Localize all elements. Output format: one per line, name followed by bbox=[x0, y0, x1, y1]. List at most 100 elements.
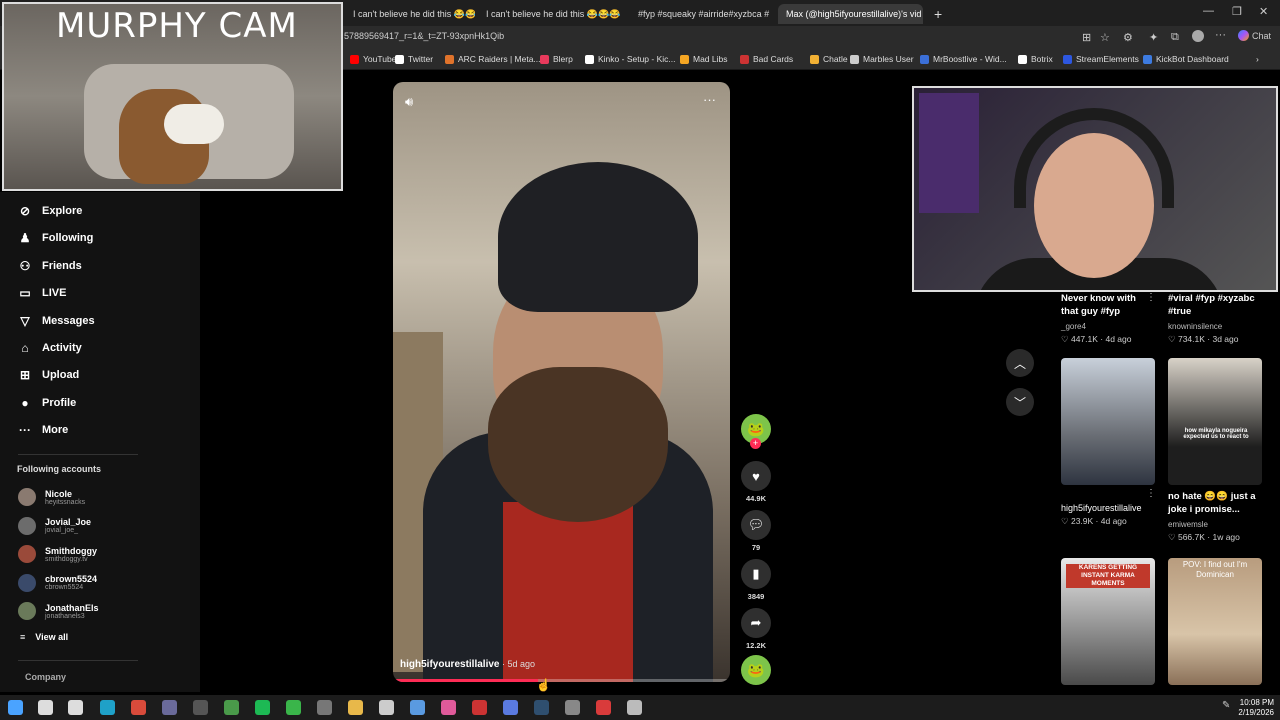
more-options-icon[interactable]: ⋮ bbox=[1146, 488, 1156, 499]
bookmark-item[interactable]: KickBot Dashboard bbox=[1143, 54, 1229, 64]
previous-video-button[interactable]: ︿ bbox=[1006, 349, 1034, 377]
minimize-icon[interactable]: — bbox=[1203, 5, 1214, 17]
view-all-link[interactable]: ≡ View all bbox=[20, 632, 68, 642]
bookmark-item[interactable]: Twitter bbox=[395, 54, 433, 64]
following-account[interactable]: Smithdoggy smithdoggy.tv bbox=[18, 541, 97, 567]
app-icon[interactable] bbox=[162, 700, 177, 715]
browser-tab-active[interactable]: Max (@high5ifyourestillalive)'s vid✕ bbox=[778, 4, 923, 24]
app-icon[interactable] bbox=[596, 700, 611, 715]
system-clock[interactable]: 10:08 PM 2/19/2026 bbox=[1238, 698, 1274, 718]
sidebar-item-profile[interactable]: ● Profile bbox=[18, 392, 76, 414]
edge-browser-icon[interactable] bbox=[100, 700, 115, 715]
menu-icon[interactable]: ··· bbox=[1215, 29, 1226, 41]
bookmark-item[interactable]: Blerp bbox=[540, 54, 573, 64]
app-icon[interactable] bbox=[410, 700, 425, 715]
spotify-icon[interactable] bbox=[255, 700, 270, 715]
bookmark-item[interactable]: Chatle bbox=[810, 54, 848, 64]
star-icon[interactable]: ☆ bbox=[1100, 31, 1110, 44]
close-window-icon[interactable]: ✕ bbox=[1259, 5, 1268, 18]
company-link[interactable]: Company bbox=[25, 672, 66, 682]
file-explorer-icon[interactable] bbox=[348, 700, 363, 715]
video-author[interactable]: high5ifyourestillalive · 5d ago bbox=[400, 659, 535, 670]
bookmark-item[interactable]: Bad Cards bbox=[740, 54, 793, 64]
profile-avatar[interactable] bbox=[1192, 30, 1204, 42]
browser-tab[interactable]: I can't believe he did this 😂😂😂✕ bbox=[345, 4, 475, 24]
collections-icon[interactable]: ⧉ bbox=[1171, 31, 1179, 44]
share-button[interactable]: ➦ 12.2K bbox=[740, 608, 772, 650]
chrome-icon[interactable] bbox=[131, 700, 146, 715]
app-icon[interactable] bbox=[317, 700, 332, 715]
obs-icon[interactable] bbox=[193, 700, 208, 715]
grid-item-user[interactable]: emiwemsle bbox=[1168, 520, 1208, 529]
browser-tab[interactable]: I can't believe he did this 😂😂😂✕ bbox=[478, 4, 626, 24]
app-icon[interactable] bbox=[379, 700, 394, 715]
new-tab-button[interactable]: + bbox=[926, 4, 946, 24]
video-thumbnail[interactable]: KARENS GETTING INSTANT KARMA MOMENTS bbox=[1061, 558, 1155, 685]
comment-button[interactable]: 💬︎ 79 bbox=[740, 510, 772, 552]
bookmark-item[interactable]: ARC Raiders | Meta... bbox=[445, 54, 541, 64]
search-icon[interactable] bbox=[38, 700, 53, 715]
maximize-icon[interactable]: ❐ bbox=[1232, 5, 1242, 18]
browser-tab[interactable]: #fyp #squeaky #airride#xyzbca #✕ bbox=[630, 4, 770, 24]
terminal-icon[interactable] bbox=[534, 700, 549, 715]
sidebar-item-more[interactable]: ··· More bbox=[18, 419, 68, 441]
extension-icon[interactable]: ⚙ bbox=[1123, 31, 1133, 44]
account-text: Nicole heyitssnacks bbox=[45, 489, 85, 506]
grid-item-user[interactable]: high5ifyourestillalive bbox=[1061, 502, 1161, 515]
following-account[interactable]: Nicole heyitssnacks bbox=[18, 484, 85, 510]
creator-avatar[interactable]: 🐸 + bbox=[740, 414, 772, 449]
chat-button[interactable]: Chat bbox=[1238, 30, 1271, 41]
app-icon[interactable] bbox=[286, 700, 301, 715]
chevron-right-icon[interactable]: › bbox=[1256, 54, 1259, 64]
author-name[interactable]: high5ifyourestillalive bbox=[400, 659, 499, 670]
photos-icon[interactable] bbox=[441, 700, 456, 715]
following-account[interactable]: Jovial_Joe jovial_joe_ bbox=[18, 513, 91, 539]
sidebar-item-live[interactable]: ▭ LIVE bbox=[18, 282, 66, 304]
save-button[interactable]: ▮ 3849 bbox=[740, 559, 772, 601]
following-account[interactable]: JonathanEls jonathanels3 bbox=[18, 598, 99, 624]
sidebar-item-messages[interactable]: ▽ Messages bbox=[18, 310, 94, 332]
grid-item-title[interactable]: no hate 😄😄 just a joke i promise... bbox=[1168, 490, 1268, 516]
game-icon[interactable] bbox=[224, 700, 239, 715]
person-cap bbox=[498, 162, 698, 312]
like-button[interactable]: ♥ 44.9K bbox=[740, 461, 772, 503]
bookmark-item[interactable]: StreamElements bbox=[1063, 54, 1139, 64]
video-thumbnail[interactable]: POV: I find out I'm Dominican bbox=[1168, 558, 1262, 685]
windows-start-icon[interactable] bbox=[8, 700, 23, 715]
follow-plus-icon[interactable]: + bbox=[750, 438, 761, 449]
sidebar-item-activity[interactable]: ⌂ Activity bbox=[18, 337, 81, 359]
sound-avatar[interactable]: 🐸 bbox=[740, 655, 772, 685]
volume-icon[interactable]: 🔊︎ bbox=[405, 94, 413, 110]
video-player[interactable]: 🔊︎ ··· high5ifyourestillalive · 5d ago bbox=[393, 82, 730, 682]
bookmark-item[interactable]: Marbles User bbox=[850, 54, 914, 64]
more-options-icon[interactable]: ··· bbox=[703, 92, 716, 107]
bookmark-item[interactable]: YouTube bbox=[350, 54, 396, 64]
url-text[interactable]: 57889569417_r=1&_t=ZT-93xpnHk1Qib bbox=[344, 31, 504, 41]
video-thumbnail[interactable]: how mikayla nogueira expected us to reac… bbox=[1168, 358, 1262, 485]
more-options-icon[interactable]: ⋮ bbox=[1146, 292, 1156, 303]
app-icon[interactable] bbox=[503, 700, 518, 715]
bookmark-item[interactable]: Botrix bbox=[1018, 54, 1053, 64]
video-progress-bar[interactable] bbox=[393, 679, 730, 682]
next-video-button[interactable]: ﹀ bbox=[1006, 388, 1034, 416]
pen-icon[interactable]: ✎ bbox=[1222, 700, 1237, 715]
grid-item-title[interactable]: Never know with that guy #fyp bbox=[1061, 292, 1151, 318]
grid-item-user[interactable]: _gore4 bbox=[1061, 322, 1086, 331]
sidebar-item-following[interactable]: ♟ Following bbox=[18, 227, 94, 249]
sidebar-item-friends[interactable]: ⚇ Friends bbox=[18, 255, 82, 277]
settings-icon[interactable] bbox=[627, 700, 642, 715]
grid-item-title[interactable]: #viral #fyp #xyzabc #true bbox=[1168, 292, 1263, 318]
bookmark-item[interactable]: Kinko - Setup - Kic... bbox=[585, 54, 675, 64]
task-view-icon[interactable] bbox=[68, 700, 83, 715]
app-icon[interactable] bbox=[565, 700, 580, 715]
bookmark-item[interactable]: Mad Libs bbox=[680, 54, 728, 64]
grid-icon[interactable]: ⊞ bbox=[1082, 31, 1091, 44]
grid-item-user[interactable]: knowninsilence bbox=[1168, 322, 1222, 331]
sidebar-item-upload[interactable]: ⊞ Upload bbox=[18, 364, 79, 386]
bookmark-item[interactable]: MrBoostlive - Wid... bbox=[920, 54, 1007, 64]
extensions-icon[interactable]: ✦ bbox=[1149, 31, 1158, 44]
app-icon[interactable] bbox=[472, 700, 487, 715]
following-account[interactable]: cbrown5524 cbrown5524 bbox=[18, 570, 97, 596]
sidebar-item-explore[interactable]: ⊘ Explore bbox=[18, 200, 82, 222]
video-thumbnail[interactable] bbox=[1061, 358, 1155, 485]
